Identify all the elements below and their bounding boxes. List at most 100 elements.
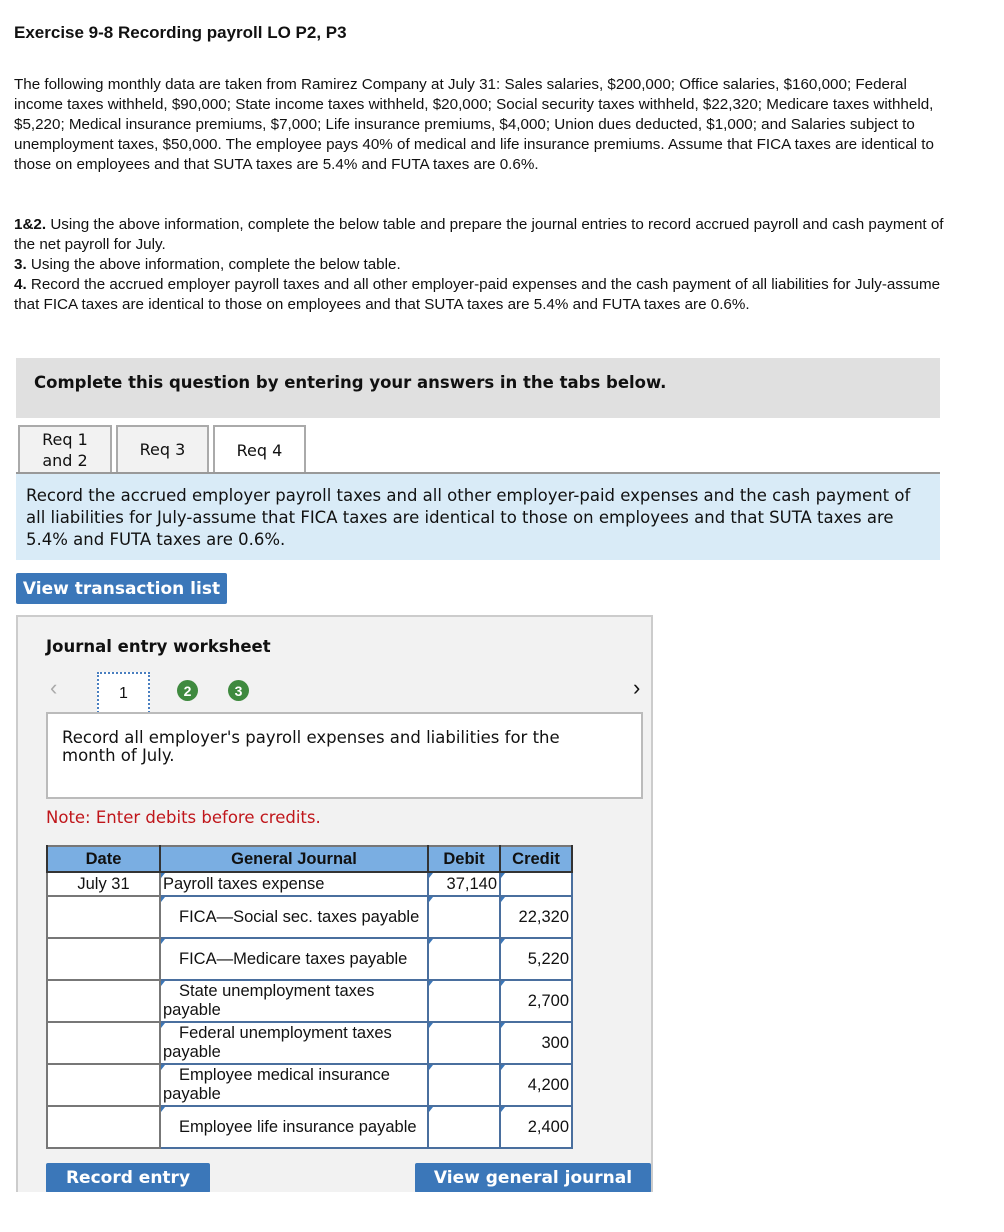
- requirement-label: 1&2.: [14, 216, 47, 233]
- exercise-title: Exercise 9-8 Recording payroll LO P2, P3: [14, 23, 347, 42]
- banner-text: Complete this question by entering your …: [34, 373, 667, 392]
- general-journal-table: Date General Journal Debit Credit July 3…: [46, 845, 573, 1149]
- tab-description: Record the accrued employer payroll taxe…: [16, 474, 940, 560]
- requirement-text: Using the above information, complete th…: [26, 256, 401, 273]
- account-name: FICA—Social sec. taxes payable: [179, 907, 420, 926]
- input-marker-icon: [429, 939, 433, 944]
- credit-value: 5,220: [527, 949, 569, 968]
- debit-cell[interactable]: [427, 1063, 501, 1107]
- dropdown-marker-icon: [161, 1065, 165, 1070]
- tab-req-3[interactable]: Req 3: [116, 425, 209, 472]
- page-bottom: [0, 1192, 1004, 1232]
- column-date: Date: [46, 846, 161, 873]
- tab-req-1-and-2[interactable]: Req 1 and 2: [18, 425, 112, 472]
- account-cell[interactable]: FICA—Medicare taxes payable: [159, 937, 429, 981]
- debit-cell[interactable]: [427, 937, 501, 981]
- date-cell[interactable]: [46, 895, 161, 939]
- table-row: Federal unemployment taxes payable 300: [46, 1021, 573, 1065]
- input-marker-icon: [429, 1107, 433, 1112]
- requirement-text: Using the above information, complete th…: [14, 216, 944, 253]
- date-cell[interactable]: [46, 979, 161, 1023]
- column-general-journal: General Journal: [159, 846, 429, 873]
- debit-value: 37,140: [446, 874, 497, 893]
- requirements-list: 1&2. Using the above information, comple…: [14, 215, 959, 315]
- chevron-left-icon[interactable]: ‹: [50, 675, 57, 701]
- requirement-3: 3. Using the above information, complete…: [14, 255, 959, 275]
- instructions-banner: Complete this question by entering your …: [16, 358, 940, 418]
- account-cell[interactable]: FICA—Social sec. taxes payable: [159, 895, 429, 939]
- credit-cell[interactable]: [499, 871, 573, 897]
- date-cell[interactable]: [46, 1105, 161, 1149]
- table-row: Employee medical insurance payable 4,200: [46, 1063, 573, 1107]
- debit-cell[interactable]: 37,140: [427, 871, 501, 897]
- view-transaction-list-button[interactable]: View transaction list: [16, 573, 227, 604]
- record-entry-button[interactable]: Record entry: [46, 1163, 210, 1193]
- account-name: Payroll taxes expense: [163, 874, 325, 893]
- dropdown-marker-icon: [161, 939, 165, 944]
- tab-label: Req 4: [236, 441, 283, 460]
- input-marker-icon: [501, 873, 505, 878]
- debit-cell[interactable]: [427, 895, 501, 939]
- input-marker-icon: [429, 1023, 433, 1028]
- credit-cell[interactable]: 4,200: [499, 1063, 573, 1107]
- credit-cell[interactable]: 22,320: [499, 895, 573, 939]
- dropdown-marker-icon: [161, 981, 165, 986]
- problem-data-text: The following monthly data are taken fro…: [14, 76, 934, 173]
- account-name: Employee life insurance payable: [179, 1117, 417, 1136]
- step-2-button[interactable]: 2: [177, 680, 198, 701]
- tab-req-4[interactable]: Req 4: [213, 425, 306, 474]
- input-marker-icon: [501, 981, 505, 986]
- debit-cell[interactable]: [427, 1105, 501, 1149]
- account-name: FICA—Medicare taxes payable: [179, 949, 408, 968]
- input-marker-icon: [501, 939, 505, 944]
- account-name: Employee medical insurance payable: [163, 1066, 390, 1103]
- table-header-row: Date General Journal Debit Credit: [46, 846, 573, 873]
- debit-cell[interactable]: [427, 1021, 501, 1065]
- column-debit: Debit: [427, 846, 501, 873]
- note-text: Note: Enter debits before credits.: [46, 808, 321, 827]
- credit-cell[interactable]: 300: [499, 1021, 573, 1065]
- dropdown-marker-icon: [161, 897, 165, 902]
- credit-value: 2,700: [527, 991, 569, 1010]
- date-cell[interactable]: [46, 937, 161, 981]
- date-cell[interactable]: [46, 1063, 161, 1107]
- credit-value: 22,320: [518, 907, 569, 926]
- account-cell[interactable]: State unemployment taxes payable: [159, 979, 429, 1023]
- input-marker-icon: [429, 873, 433, 878]
- input-marker-icon: [501, 1065, 505, 1070]
- debit-cell[interactable]: [427, 979, 501, 1023]
- table-row: State unemployment taxes payable 2,700: [46, 979, 573, 1023]
- input-marker-icon: [501, 1023, 505, 1028]
- credit-value: 300: [541, 1033, 569, 1052]
- requirement-label: 3.: [14, 256, 27, 273]
- table-row: July 31 Payroll taxes expense 37,140: [46, 871, 573, 897]
- column-credit: Credit: [499, 846, 573, 873]
- table-row: Employee life insurance payable 2,400: [46, 1105, 573, 1149]
- credit-cell[interactable]: 2,700: [499, 979, 573, 1023]
- date-cell[interactable]: [46, 1021, 161, 1065]
- chevron-right-icon[interactable]: ›: [633, 675, 640, 701]
- credit-cell[interactable]: 5,220: [499, 937, 573, 981]
- account-cell[interactable]: Payroll taxes expense: [159, 871, 429, 897]
- step-1-button[interactable]: 1: [97, 672, 150, 716]
- input-marker-icon: [429, 1065, 433, 1070]
- dropdown-marker-icon: [161, 1107, 165, 1112]
- account-cell[interactable]: Employee medical insurance payable: [159, 1063, 429, 1107]
- worksheet-title: Journal entry worksheet: [46, 637, 271, 656]
- credit-value: 4,200: [527, 1075, 569, 1094]
- account-name: Federal unemployment taxes payable: [163, 1024, 392, 1061]
- account-cell[interactable]: Federal unemployment taxes payable: [159, 1021, 429, 1065]
- date-cell[interactable]: July 31: [46, 871, 161, 897]
- input-marker-icon: [501, 1107, 505, 1112]
- input-marker-icon: [429, 897, 433, 902]
- tab-label: Req 1 and 2: [42, 429, 88, 470]
- account-cell[interactable]: Employee life insurance payable: [159, 1105, 429, 1149]
- credit-value: 2,400: [527, 1117, 569, 1136]
- credit-cell[interactable]: 2,400: [499, 1105, 573, 1149]
- step-3-button[interactable]: 3: [228, 680, 249, 701]
- requirement-label: 4.: [14, 276, 27, 293]
- view-general-journal-button[interactable]: View general journal: [415, 1163, 651, 1193]
- input-marker-icon: [501, 897, 505, 902]
- table-row: FICA—Medicare taxes payable 5,220: [46, 937, 573, 981]
- entry-instruction: Record all employer's payroll expenses a…: [46, 712, 643, 799]
